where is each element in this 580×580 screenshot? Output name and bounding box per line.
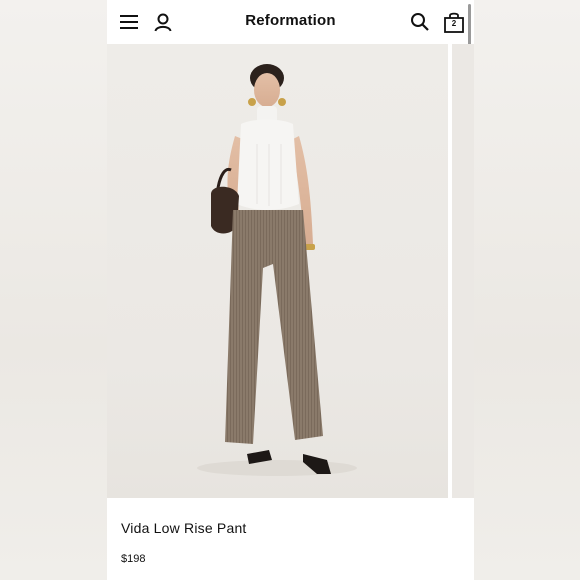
bag-icon[interactable]: 2 — [443, 10, 465, 33]
product-name[interactable]: Vida Low Rise Pant — [121, 520, 247, 536]
backdrop-left — [0, 0, 107, 580]
search-icon[interactable] — [409, 11, 431, 33]
product-price: $198 — [121, 553, 146, 565]
product-page: Reformation 2 Vida Low Rise Pant $198 — [107, 0, 474, 580]
backdrop-right — [474, 0, 580, 580]
product-image[interactable] — [107, 44, 448, 498]
bag-count-badge: 2 — [451, 19, 457, 28]
next-product-image[interactable] — [452, 44, 474, 498]
site-header: Reformation 2 — [107, 0, 474, 186]
